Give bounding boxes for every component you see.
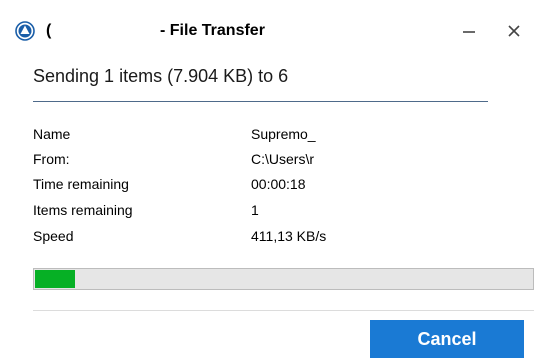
detail-row-speed: Speed 411,13 KB/s: [33, 228, 493, 250]
footer-divider: [33, 310, 534, 311]
detail-row-from: From: C:\Users\r: [33, 151, 493, 173]
transfer-progress-bar: [33, 268, 534, 290]
file-transfer-window: ( - File Transfer Sending 1 items (7.904…: [0, 0, 534, 358]
heading-divider: [33, 101, 488, 102]
transfer-heading: Sending 1 items (7.904 KB) to 6: [33, 66, 289, 86]
detail-value: 00:00:18: [251, 176, 306, 192]
detail-value: 1: [251, 202, 259, 218]
detail-row-name: Name Supremo_: [33, 126, 493, 148]
minimize-icon: [463, 31, 475, 33]
detail-label: From:: [33, 151, 70, 167]
close-icon: [508, 25, 520, 37]
app-icon: [15, 21, 35, 41]
window-title: - File Transfer: [160, 22, 265, 39]
detail-label: Items remaining: [33, 202, 133, 218]
detail-value: Supremo_: [251, 126, 316, 142]
detail-value: C:\Users\r: [251, 151, 314, 167]
close-button[interactable]: [497, 14, 531, 48]
detail-label: Name: [33, 126, 71, 142]
detail-row-time-remaining: Time remaining 00:00:18: [33, 176, 493, 198]
minimize-button[interactable]: [452, 14, 486, 48]
cancel-button[interactable]: Cancel: [370, 320, 524, 358]
title-bar[interactable]: ( - File Transfer: [0, 0, 534, 58]
window-title-prefix: (: [46, 22, 52, 39]
detail-label: Time remaining: [33, 176, 129, 192]
detail-value: 411,13 KB/s: [251, 228, 327, 244]
detail-label: Speed: [33, 228, 74, 244]
detail-row-items-remaining: Items remaining 1: [33, 202, 493, 224]
progress-fill: [35, 270, 75, 288]
